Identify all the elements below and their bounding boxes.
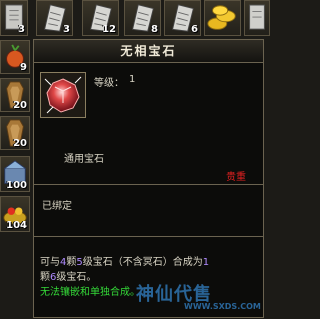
inventory-slot[interactable]: 3: [0, 0, 28, 36]
item-category: 通用宝石: [64, 154, 104, 165]
item-title: 无相宝石: [34, 40, 263, 63]
inventory-slot[interactable]: [204, 0, 241, 36]
inventory-slot[interactable]: 6: [164, 0, 201, 36]
item-quantity: 3: [18, 24, 25, 35]
gold-ingot-icon: [207, 5, 236, 30]
inventory-slot[interactable]: 3: [36, 0, 73, 36]
level-value: 1: [129, 74, 136, 85]
item-quantity: 20: [13, 138, 27, 149]
watermark-url: WWW.SXDS.COM: [184, 302, 261, 311]
level-label: 等级：: [94, 78, 124, 89]
inventory-slot[interactable]: [244, 0, 270, 36]
item-quantity: 12: [102, 24, 116, 35]
inventory-slot[interactable]: 9: [0, 40, 30, 74]
inventory-slot[interactable]: 20: [0, 78, 30, 112]
inventory-slot[interactable]: 12: [82, 0, 119, 36]
inventory-slot[interactable]: 104: [0, 196, 30, 232]
item-quantity: 8: [151, 24, 158, 35]
item-quantity: 100: [6, 180, 27, 191]
item-tooltip: 无相宝石 等级： 1 通用宝石 贵重 已绑定 可与4颗5级宝石（不含冥石）合成为…: [33, 39, 264, 318]
item-icon-frame: [40, 72, 86, 118]
description-line-1: 可与4颗5级宝石（不含冥石）合成为1: [40, 257, 210, 268]
restriction-text: 无法镶嵌和单独合成。: [40, 287, 140, 298]
inventory-slot[interactable]: 8: [124, 0, 161, 36]
inventory-slot[interactable]: 20: [0, 116, 30, 150]
gem-icon: [44, 76, 82, 114]
item-quantity: 20: [13, 100, 27, 111]
item-quantity: 6: [191, 24, 198, 35]
description-line-2: 颗6级宝石。: [40, 272, 97, 283]
bind-section: 已绑定: [34, 184, 263, 236]
item-quantity: 9: [20, 62, 27, 73]
inventory-slot[interactable]: 100: [0, 156, 30, 192]
item-quantity: 104: [6, 220, 27, 231]
bind-status: 已绑定: [42, 201, 72, 212]
item-quantity: 3: [63, 24, 70, 35]
value-tag: 贵重: [226, 172, 246, 183]
scroll-icon: [249, 4, 265, 30]
